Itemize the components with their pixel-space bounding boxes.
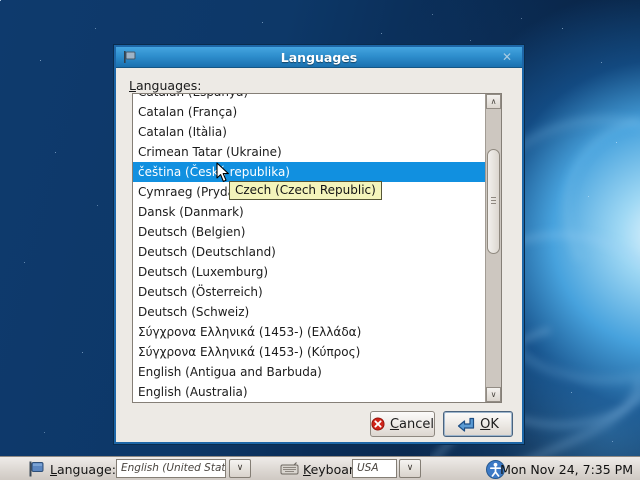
- languages-field-label: Languages:: [129, 78, 201, 93]
- language-select[interactable]: English (United States): [116, 459, 226, 478]
- language-flag-icon: [28, 461, 45, 477]
- languages-dialog: Languages ✕ Languages: Catalan (Espanya)…: [114, 45, 524, 444]
- list-item[interactable]: Deutsch (Österreich): [133, 282, 485, 302]
- scroll-down-icon[interactable]: ∨: [486, 387, 501, 402]
- flag-icon: [122, 50, 137, 64]
- list-item[interactable]: Deutsch (Schweiz): [133, 302, 485, 322]
- scrollbar-thumb[interactable]: [487, 149, 500, 254]
- keyboard-dropdown-icon[interactable]: ∨: [399, 459, 421, 478]
- list-item[interactable]: English (Antigua and Barbuda): [133, 362, 485, 382]
- taskbar: Language: English (United States) ∨ Keyb…: [0, 456, 640, 480]
- list-item[interactable]: Catalan (Itàlia): [133, 122, 485, 142]
- list-item[interactable]: Deutsch (Belgien): [133, 222, 485, 242]
- list-item[interactable]: Catalan (Espanya): [133, 94, 485, 102]
- close-icon[interactable]: ✕: [499, 49, 515, 65]
- language-list-viewport: Catalan (Espanya)Catalan (França)Catalan…: [133, 94, 485, 402]
- desktop: Languages ✕ Languages: Catalan (Espanya)…: [0, 0, 640, 480]
- clock: Mon Nov 24, 7:35 PM: [500, 462, 633, 477]
- language-dropdown-icon[interactable]: ∨: [229, 459, 251, 478]
- language-list: Catalan (Espanya)Catalan (França)Catalan…: [133, 94, 485, 402]
- list-item[interactable]: English (Australia): [133, 382, 485, 402]
- keyboard-select[interactable]: USA: [352, 459, 397, 478]
- dialog-titlebar[interactable]: Languages ✕: [116, 47, 522, 68]
- scroll-up-icon[interactable]: ∧: [486, 94, 501, 109]
- ok-enter-arrow-icon: [457, 416, 475, 432]
- language-listbox: Catalan (Espanya)Catalan (França)Catalan…: [132, 93, 502, 403]
- ok-button-label: OK: [480, 417, 499, 432]
- mouse-cursor: [216, 162, 230, 183]
- ok-button[interactable]: OK: [443, 411, 513, 437]
- cancel-button[interactable]: Cancel: [370, 411, 435, 437]
- list-item[interactable]: Catalan (França): [133, 102, 485, 122]
- list-item[interactable]: Σύγχρονα Ελληνικά (1453-) (Ελλάδα): [133, 322, 485, 342]
- cancel-button-label: Cancel: [390, 417, 434, 432]
- list-item[interactable]: Deutsch (Luxemburg): [133, 262, 485, 282]
- list-item[interactable]: Σύγχρονα Ελληνικά (1453-) (Κύπρος): [133, 342, 485, 362]
- dialog-title: Languages: [281, 50, 357, 65]
- keyboard-icon: [280, 461, 299, 476]
- list-item[interactable]: Deutsch (Deutschland): [133, 242, 485, 262]
- language-label: Language:: [50, 462, 116, 477]
- list-item[interactable]: Dansk (Danmark): [133, 202, 485, 222]
- tooltip: Czech (Czech Republic): [229, 181, 382, 200]
- cancel-icon: [371, 416, 385, 432]
- vertical-scrollbar[interactable]: ∧ ∨: [485, 94, 501, 402]
- list-item[interactable]: čeština (Česká republika): [133, 162, 485, 182]
- dialog-body: Languages: Catalan (Espanya)Catalan (Fra…: [116, 68, 522, 441]
- list-item[interactable]: Crimean Tatar (Ukraine): [133, 142, 485, 162]
